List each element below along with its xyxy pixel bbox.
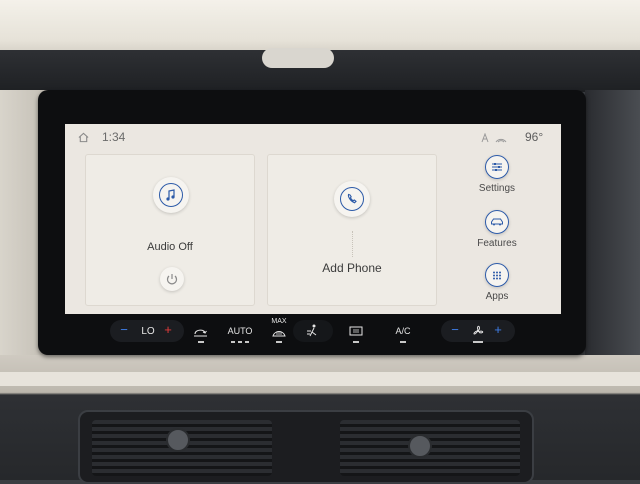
phone-card[interactable]: Add Phone bbox=[267, 154, 437, 306]
phone-divider bbox=[352, 231, 354, 257]
fan-level-indicator bbox=[473, 341, 483, 343]
settings-label: Settings bbox=[478, 183, 516, 194]
max-defrost-icon[interactable] bbox=[271, 328, 287, 338]
auto-climate-button[interactable]: AUTO bbox=[225, 326, 255, 336]
apps-button[interactable]: Apps bbox=[465, 263, 529, 311]
recirculation-indicator bbox=[198, 341, 204, 343]
sliders-icon bbox=[492, 163, 502, 171]
vent-knob-right[interactable] bbox=[408, 434, 432, 458]
power-icon bbox=[166, 274, 178, 285]
status-bar: 1:34 96° bbox=[65, 124, 561, 150]
vent-knob-left[interactable] bbox=[166, 428, 190, 452]
car-icon bbox=[491, 218, 503, 226]
phone-label: Add Phone bbox=[322, 261, 382, 275]
audio-power-button[interactable] bbox=[160, 267, 184, 291]
fan-up-button[interactable]: + bbox=[492, 322, 504, 337]
rear-defrost-indicator bbox=[353, 341, 359, 343]
recirculation-icon[interactable] bbox=[193, 326, 209, 338]
audio-card[interactable]: Audio Off bbox=[85, 154, 255, 306]
connectivity-icons bbox=[481, 133, 507, 143]
clock: 1:34 bbox=[102, 130, 126, 144]
auto-indicator bbox=[231, 341, 249, 343]
audio-label: Audio Off bbox=[147, 241, 193, 253]
phone-icon-button[interactable] bbox=[334, 181, 370, 217]
climate-control-bar: − LO + AUTO MAX A/C − + bbox=[65, 318, 561, 346]
dashboard-trim-strip bbox=[0, 372, 640, 386]
dashboard-mount bbox=[262, 48, 334, 68]
ac-button[interactable]: A/C bbox=[391, 326, 415, 336]
grid-dots-icon bbox=[493, 271, 501, 280]
temp-up-button[interactable]: + bbox=[162, 322, 174, 337]
rear-defrost-icon[interactable] bbox=[348, 325, 364, 337]
apps-label: Apps bbox=[485, 291, 509, 302]
home-icon[interactable] bbox=[78, 132, 89, 143]
features-icon-button[interactable] bbox=[485, 210, 509, 234]
right-dash-trim bbox=[585, 90, 640, 360]
music-note-icon bbox=[166, 189, 175, 201]
settings-button[interactable]: Settings bbox=[465, 155, 529, 203]
infotainment-screen: 1:34 96° Audio Off Add Phone Settings Fe… bbox=[65, 124, 561, 314]
fan-icon bbox=[473, 325, 484, 335]
air-direction-icon[interactable] bbox=[305, 323, 321, 339]
max-defrost-label: MAX bbox=[271, 318, 287, 325]
phone-icon bbox=[347, 193, 357, 204]
max-defrost-indicator bbox=[276, 341, 282, 343]
temp-down-button[interactable]: − bbox=[118, 322, 130, 337]
temperature-value: LO bbox=[141, 326, 155, 337]
audio-icon-button[interactable] bbox=[153, 177, 189, 213]
outside-temperature: 96° bbox=[525, 130, 544, 144]
apps-icon-button[interactable] bbox=[485, 263, 509, 287]
fan-down-button[interactable]: − bbox=[449, 322, 461, 337]
features-label: Features bbox=[477, 238, 517, 249]
ac-indicator bbox=[400, 341, 406, 343]
settings-icon-button[interactable] bbox=[485, 155, 509, 179]
features-button[interactable]: Features bbox=[465, 210, 529, 258]
